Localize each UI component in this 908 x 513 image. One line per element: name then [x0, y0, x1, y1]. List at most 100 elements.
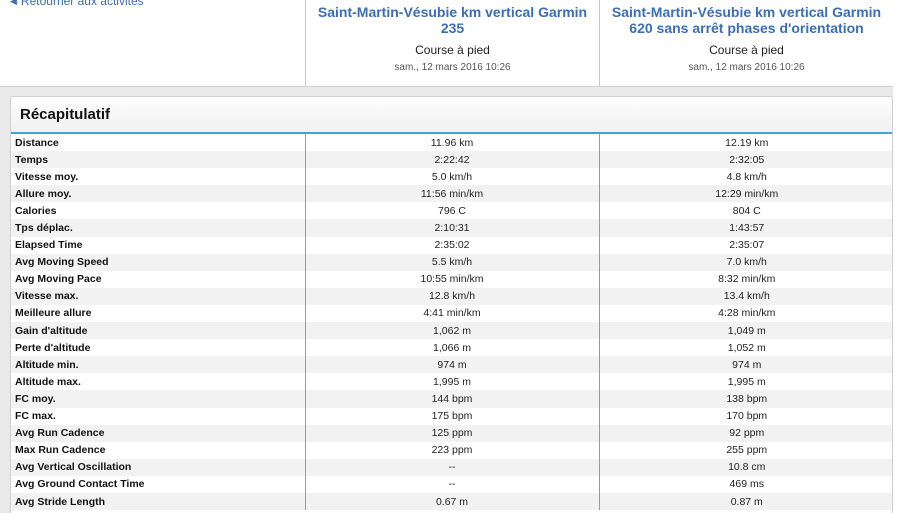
activity-date-2: sam., 12 mars 2016 10:26: [688, 62, 805, 73]
metric-label: Max Run Cadence: [11, 441, 305, 459]
activity-type-2: Course à pied: [709, 43, 784, 57]
metric-label: Avg Stride Length: [11, 492, 305, 511]
activity-1-value: 796 C: [304, 202, 599, 220]
metric-label: Meilleure allure: [11, 304, 305, 323]
activity-1-value: 974 m: [304, 356, 599, 374]
table-row: Allure moy. 11:56 min/km 12:29 min/km: [11, 185, 892, 203]
table-row: Gain d'altitude 1,062 m 1,049 m: [11, 322, 892, 340]
activity-1-value: 125 ppm: [304, 424, 599, 442]
table-row: Altitude min. 974 m 974 m: [11, 356, 892, 374]
activity-2-value: 1,052 m: [598, 339, 892, 357]
summary-title: Récapitulatif: [11, 97, 892, 134]
activity-1-value: --: [304, 475, 599, 493]
activity-1-value: 2:35:02: [304, 236, 599, 254]
table-row: FC moy. 144 bpm 138 bpm: [11, 390, 892, 408]
table-row: Avg Run Cadence 125 ppm 92 ppm: [11, 424, 892, 442]
metric-label: Avg Ground Contact Time: [11, 475, 305, 493]
activity-1-value: --: [304, 458, 599, 476]
metric-label: Avg Vertical Oscillation: [11, 458, 305, 476]
activity-2-value: 8:32 min/km: [598, 270, 892, 288]
activity-column-2: Saint-Martin-Vésubie km vertical Garmin …: [599, 0, 893, 86]
table-row: FC max. 175 bpm 170 bpm: [11, 407, 892, 425]
activity-2-value: 12.19 km: [598, 134, 892, 152]
activity-1-value: 223 ppm: [304, 441, 599, 459]
activity-1-value: 11:56 min/km: [304, 185, 599, 203]
activity-2-value: 170 bpm: [598, 407, 892, 425]
metric-label: Tps déplac.: [11, 219, 305, 237]
table-row: Meilleure allure 4:41 min/km 4:28 min/km: [11, 304, 892, 323]
metric-label: Elapsed Time: [11, 236, 305, 254]
page-right-margin: [893, 0, 908, 513]
summary-card: Récapitulatif Distance 11.96 km 12.19 km Te…: [10, 96, 893, 513]
activity-1-value: 0.67 m: [304, 492, 599, 511]
activity-1-value: 1,066 m: [304, 339, 599, 357]
metric-label: Distance: [11, 134, 305, 152]
metric-label: Vitesse moy.: [11, 168, 305, 186]
activity-title-2[interactable]: Saint-Martin-Vésubie km vertical Garmin …: [600, 4, 893, 36]
metric-label: Avg Run Cadence: [11, 424, 305, 442]
metric-label: Altitude max.: [11, 373, 305, 391]
activity-2-value: 7.0 km/h: [598, 253, 892, 271]
activity-column-1: Saint-Martin-Vésubie km vertical Garmin …: [305, 0, 599, 86]
activity-1-value: 11.96 km: [304, 134, 599, 152]
activity-2-value: 10.8 cm: [598, 458, 892, 476]
activity-2-value: 255 ppm: [598, 441, 892, 459]
summary-table: Distance 11.96 km 12.19 km Temps 2:22:42 2:32…: [11, 134, 892, 511]
table-row: Altitude max. 1,995 m 1,995 m: [11, 373, 892, 391]
metric-label: Perte d'altitude: [11, 339, 305, 357]
table-row: Avg Stride Length 0.67 m 0.87 m: [11, 492, 892, 511]
activity-title-1[interactable]: Saint-Martin-Vésubie km vertical Garmin …: [306, 4, 599, 36]
activity-1-value: 12.8 km/h: [304, 287, 599, 305]
activity-1-value: 10:55 min/km: [304, 270, 599, 288]
table-row: Perte d'altitude 1,066 m 1,052 m: [11, 339, 892, 357]
activity-2-value: 92 ppm: [598, 424, 892, 442]
activity-2-value: 0.87 m: [598, 492, 892, 511]
activity-1-value: 5.5 km/h: [304, 253, 599, 271]
table-row: Avg Ground Contact Time -- 469 ms: [11, 475, 892, 493]
metric-label: Avg Moving Pace: [11, 270, 305, 288]
activity-1-value: 144 bpm: [304, 390, 599, 408]
metric-label: Vitesse max.: [11, 287, 305, 305]
table-row: Vitesse max. 12.8 km/h 13.4 km/h: [11, 287, 892, 305]
table-row: Vitesse moy. 5.0 km/h 4.8 km/h: [11, 168, 892, 186]
table-row: Elapsed Time 2:35:02 2:35:07: [11, 236, 892, 254]
activity-2-value: 2:32:05: [598, 151, 892, 169]
activity-2-value: 4.8 km/h: [598, 168, 892, 186]
table-row: Avg Moving Pace 10:55 min/km 8:32 min/km: [11, 270, 892, 288]
activity-date-1: sam., 12 mars 2016 10:26: [394, 62, 511, 73]
metric-label: Temps: [11, 151, 305, 169]
table-row: Distance 11.96 km 12.19 km: [11, 134, 892, 152]
metric-label: FC moy.: [11, 390, 305, 408]
activity-2-value: 1,995 m: [598, 373, 892, 391]
activity-2-value: 1:43:57: [598, 219, 892, 237]
activity-2-value: 804 C: [598, 202, 892, 220]
metric-label: Altitude min.: [11, 356, 305, 374]
activity-2-value: 13.4 km/h: [598, 287, 892, 305]
table-row: Temps 2:22:42 2:32:05: [11, 151, 892, 169]
table-row: Max Run Cadence 223 ppm 255 ppm: [11, 441, 892, 459]
metric-label: FC max.: [11, 407, 305, 425]
activity-1-value: 1,062 m: [304, 322, 599, 340]
activity-2-value: 138 bpm: [598, 390, 892, 408]
metric-label: Avg Moving Speed: [11, 253, 305, 271]
activity-2-value: 2:35:07: [598, 236, 892, 254]
activity-2-value: 469 ms: [598, 475, 892, 493]
activity-1-value: 1,995 m: [304, 373, 599, 391]
activity-2-value: 1,049 m: [598, 322, 892, 340]
activity-2-value: 974 m: [598, 356, 892, 374]
activity-1-value: 175 bpm: [304, 407, 599, 425]
table-row: Tps déplac. 2:10:31 1:43:57: [11, 219, 892, 237]
activity-1-value: 2:10:31: [304, 219, 599, 237]
table-row: Calories 796 C 804 C: [11, 202, 892, 220]
activity-header-row: Saint-Martin-Vésubie km vertical Garmin …: [0, 0, 908, 86]
activity-1-value: 4:41 min/km: [304, 304, 599, 323]
table-row: Avg Vertical Oscillation -- 10.8 cm: [11, 458, 892, 476]
activity-2-value: 4:28 min/km: [598, 304, 892, 323]
table-row: Avg Moving Speed 5.5 km/h 7.0 km/h: [11, 253, 892, 271]
metric-label: Gain d'altitude: [11, 322, 305, 340]
metric-label: Allure moy.: [11, 185, 305, 203]
activity-2-value: 12:29 min/km: [598, 185, 892, 203]
activity-type-1: Course à pied: [415, 43, 490, 57]
activity-1-value: 2:22:42: [304, 151, 599, 169]
summary-panel: Récapitulatif Distance 11.96 km 12.19 km Te…: [0, 86, 908, 513]
